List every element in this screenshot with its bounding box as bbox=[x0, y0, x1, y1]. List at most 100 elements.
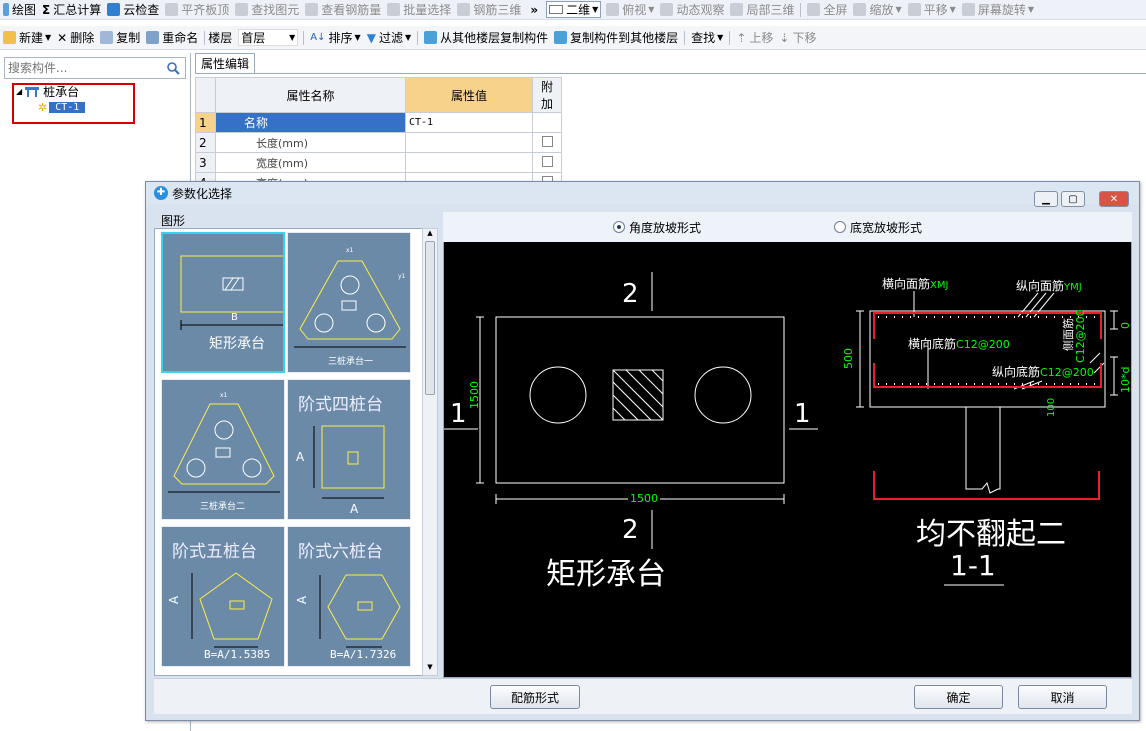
dialog-titlebar[interactable]: ✚ 参数化选择 bbox=[146, 182, 1139, 204]
zoom-button[interactable]: 缩放 ▼ bbox=[850, 0, 904, 19]
view-rebar-button[interactable]: 查看钢筋量 bbox=[302, 0, 384, 19]
view-mode-select[interactable]: 二维 ▼ bbox=[546, 1, 602, 18]
scroll-up-icon[interactable]: ▲ bbox=[423, 229, 437, 241]
cancel-button[interactable]: 取消 bbox=[1018, 685, 1107, 709]
divider bbox=[417, 30, 419, 45]
table-row[interactable]: 2 长度(mm) bbox=[195, 132, 562, 153]
drawing-title-right: 均不翻起二 bbox=[916, 517, 1066, 552]
close-button[interactable]: ✕ bbox=[1099, 191, 1129, 207]
delete-button[interactable]: ✕ 删除 bbox=[54, 26, 97, 49]
header-extra: 附加 bbox=[532, 77, 562, 113]
find-element-button[interactable]: 查找图元 bbox=[232, 0, 302, 19]
tab-underline bbox=[195, 73, 1146, 74]
copy-from-floor-button[interactable]: 从其他楼层复制构件 bbox=[421, 26, 551, 49]
chevron-down-icon: ▼ bbox=[289, 33, 296, 42]
radio-width-slope[interactable]: 底宽放坡形式 bbox=[834, 219, 922, 236]
step-4-cap-drawing bbox=[313, 425, 385, 499]
shape-step-4-cap[interactable]: 阶式四桩台 A A bbox=[287, 379, 411, 520]
tree-node-child[interactable]: ✲ CT-1 bbox=[38, 100, 86, 115]
local-3d-icon bbox=[730, 3, 744, 16]
rename-icon bbox=[146, 31, 160, 44]
minimize-button[interactable]: ▁ bbox=[1034, 191, 1058, 207]
sort-button[interactable]: A↓ 排序 ▼ bbox=[307, 26, 363, 49]
grid-icon bbox=[457, 3, 471, 16]
radio-checked-icon bbox=[613, 221, 625, 233]
arrow-down-icon: ⇣ bbox=[779, 30, 790, 45]
ok-button[interactable]: 确定 bbox=[914, 685, 1003, 709]
filter-button[interactable]: ▼ 过滤 ▼ bbox=[364, 26, 414, 49]
chevron-down-icon: ▼ bbox=[354, 33, 361, 42]
shape-rect-cap[interactable]: B 矩形承台 bbox=[161, 232, 285, 373]
chevron-down-icon: ▼ bbox=[949, 5, 956, 14]
shape-tri-cap-1[interactable]: x1 y1 三桩承台一 bbox=[287, 232, 411, 373]
move-down-button[interactable]: ⇣ 下移 bbox=[776, 26, 819, 49]
fullscreen-button[interactable]: 全屏 bbox=[804, 0, 850, 19]
table-row[interactable]: 3 宽度(mm) bbox=[195, 152, 562, 173]
align-slab-button[interactable]: 平齐板顶 bbox=[162, 0, 232, 19]
find-button[interactable]: 查找 ▼ bbox=[688, 26, 726, 49]
tab-property-edit[interactable]: 属性编辑 bbox=[195, 53, 256, 73]
divider bbox=[729, 30, 731, 45]
property-table: 属性名称 属性值 附加 1 名称 CT-1 2 长度(mm) 3 宽度(mm) … bbox=[195, 77, 562, 193]
summary-calc-button[interactable]: Σ 汇总计算 bbox=[39, 0, 104, 19]
maximize-icon: ▢ bbox=[1068, 193, 1078, 205]
shape-tri-cap-2[interactable]: x1 三桩承台二 bbox=[161, 379, 285, 520]
rename-button[interactable]: 重命名 bbox=[143, 26, 201, 49]
new-button[interactable]: 新建 ▼ bbox=[0, 26, 54, 49]
draw-button[interactable]: 绘图 bbox=[0, 0, 39, 19]
minimize-icon: ▁ bbox=[1042, 193, 1050, 205]
screen-rotate-button[interactable]: 屏幕旋转 ▼ bbox=[959, 0, 1037, 19]
batch-icon bbox=[387, 3, 401, 16]
copy-to-floor-button[interactable]: 复制构件到其他楼层 bbox=[551, 26, 681, 49]
tri-cap-1-drawing bbox=[294, 260, 406, 348]
gear-icon: ✲ bbox=[38, 101, 48, 114]
shape-list[interactable]: B 矩形承台 x1 y1 三桩承台一 x1 三桩承台二 阶式四桩台 A A 阶式… bbox=[154, 228, 430, 676]
batch-select-button[interactable]: 批量选择 bbox=[384, 0, 454, 19]
sort-icon: A↓ bbox=[310, 32, 326, 43]
shape-list-scrollbar[interactable]: ▲ ▼ bbox=[422, 228, 438, 676]
copy-button[interactable]: 复制 bbox=[97, 26, 143, 49]
rebar-3d-button[interactable]: 钢筋三维 bbox=[454, 0, 524, 19]
rotate-icon bbox=[961, 3, 975, 16]
shape-step-6-cap[interactable]: 阶式六桩台 A B=A/1.7326 bbox=[287, 526, 411, 667]
radio-angle-slope[interactable]: 角度放坡形式 bbox=[613, 219, 701, 236]
tree-node-root[interactable]: ◢ 桩承台 bbox=[16, 83, 85, 100]
move-up-button[interactable]: ⇡ 上移 bbox=[733, 26, 776, 49]
check-icon bbox=[107, 3, 121, 16]
cloud-check-button[interactable]: 云检查 bbox=[104, 0, 162, 19]
filter-icon: ▼ bbox=[366, 30, 376, 45]
scroll-down-icon[interactable]: ▼ bbox=[423, 663, 437, 675]
maximize-button[interactable]: ▢ bbox=[1061, 191, 1085, 207]
top-view-button[interactable]: 俯视 ▼ bbox=[603, 0, 657, 19]
view-mode-icon bbox=[549, 5, 564, 14]
pile-cap-icon bbox=[25, 86, 40, 97]
app-icon: ✚ bbox=[154, 186, 168, 200]
scroll-thumb[interactable] bbox=[425, 241, 435, 395]
overflow-icon[interactable]: » bbox=[524, 3, 544, 17]
shapes-group-label: 图形 bbox=[161, 214, 186, 228]
shape-label: 三桩承台一 bbox=[328, 357, 374, 367]
rebar-form-button[interactable]: 配筋形式 bbox=[490, 685, 580, 709]
checkbox[interactable] bbox=[541, 135, 553, 147]
local-3d-button[interactable]: 局部三维 bbox=[727, 0, 797, 19]
close-icon: ✕ bbox=[57, 30, 68, 45]
divider bbox=[204, 30, 206, 45]
divider bbox=[684, 30, 686, 45]
search-input[interactable] bbox=[5, 61, 163, 75]
preview-canvas: 2 2 1 1 1500 1500 矩形承台 横向面筋XMJ 纵向面筋YMJ 横… bbox=[443, 212, 1132, 678]
copy-from-icon bbox=[424, 31, 438, 44]
drawing-title-left: 矩形承台 bbox=[546, 557, 666, 592]
search-icon[interactable] bbox=[163, 58, 183, 78]
expand-icon[interactable]: ◢ bbox=[16, 87, 22, 96]
table-row[interactable]: 1 名称 CT-1 bbox=[195, 112, 562, 133]
shape-step-5-cap[interactable]: 阶式五桩台 A B=A/1.5385 bbox=[161, 526, 285, 667]
floor-select[interactable]: 首层 ▼ bbox=[238, 29, 299, 46]
orbit-button[interactable]: 动态观察 bbox=[657, 0, 727, 19]
search-box bbox=[4, 57, 186, 79]
chevron-down-icon: ▼ bbox=[45, 33, 52, 42]
header-name: 属性名称 bbox=[215, 77, 406, 113]
pan-button[interactable]: 平移 ▼ bbox=[905, 0, 959, 19]
chevron-down-icon: ▼ bbox=[404, 33, 412, 42]
zoom-icon bbox=[853, 3, 867, 16]
checkbox[interactable] bbox=[541, 155, 553, 167]
